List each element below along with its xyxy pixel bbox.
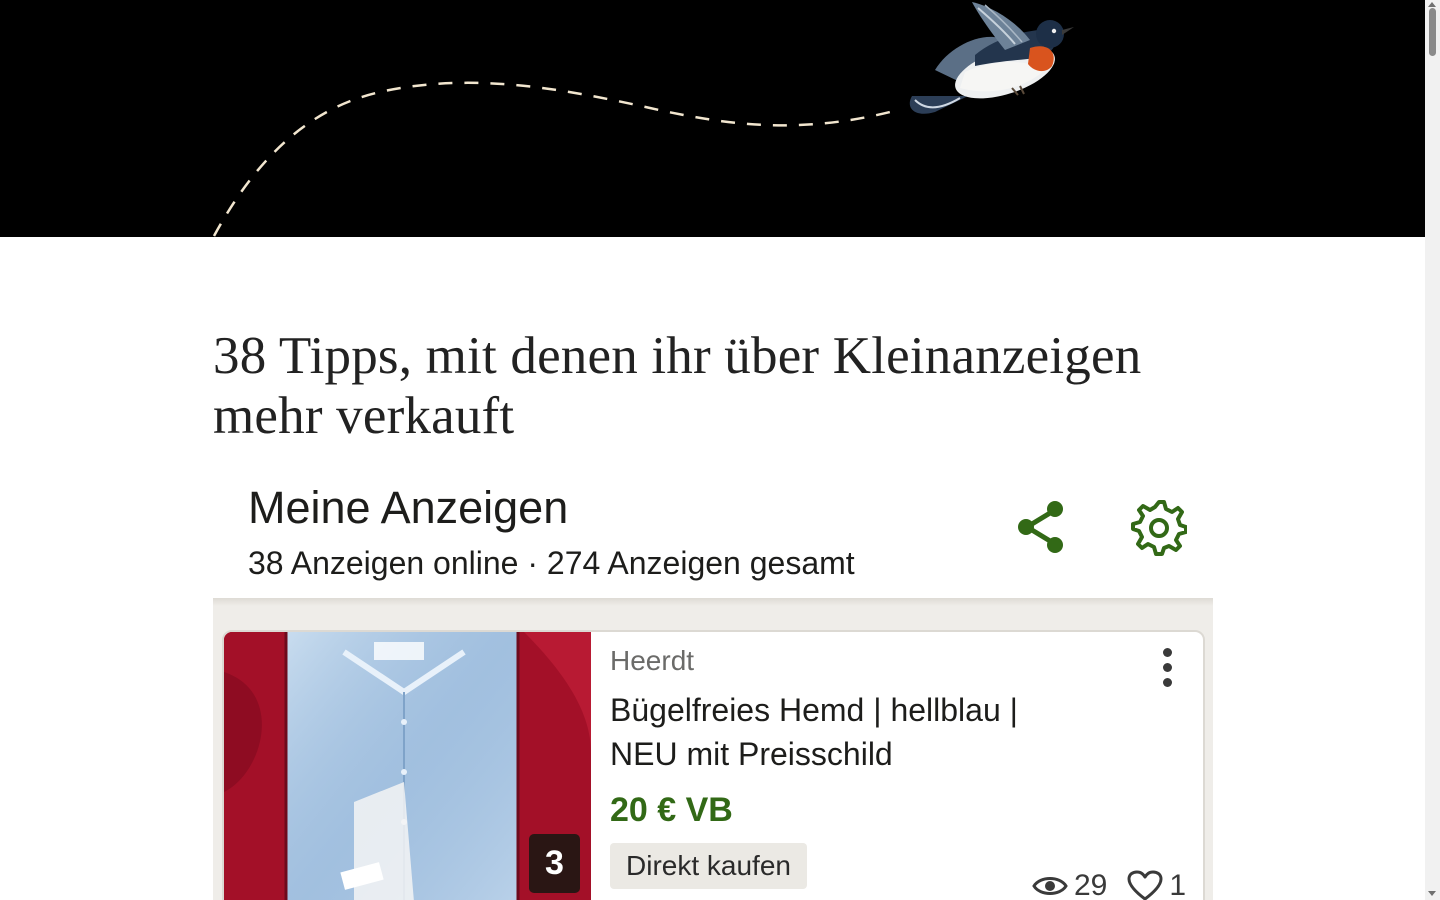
ad-title[interactable]: Bügelfreies Hemd | hellblau | NEU mit Pr…: [610, 688, 1090, 776]
bird-icon: [909, 2, 1074, 114]
ad-card[interactable]: 3 Heerdt Bügelfreies Hemd | hellblau | N…: [222, 630, 1205, 900]
share-button[interactable]: [1013, 498, 1069, 556]
likes-stat: 1: [1127, 869, 1186, 900]
scroll-down-arrow-icon[interactable]: [1428, 891, 1436, 896]
views-count: 29: [1074, 869, 1108, 900]
app-page-title: Meine Anzeigen: [248, 482, 569, 533]
app-screenshot: Meine Anzeigen 38 Anzeigen online · 274 …: [213, 470, 1213, 900]
views-stat: 29: [1032, 869, 1107, 900]
flight-path-illustration: [212, 2, 1074, 237]
ad-image[interactable]: 3: [224, 632, 591, 900]
ad-stats: 29 1: [1032, 866, 1186, 900]
eye-icon: [1032, 877, 1068, 895]
ad-location: Heerdt: [610, 645, 695, 676]
ads-count-summary: 38 Anzeigen online · 274 Anzeigen gesamt: [248, 545, 855, 581]
likes-count: 1: [1169, 869, 1187, 900]
ad-price: 20 € VB: [610, 791, 733, 829]
settings-button[interactable]: [1131, 500, 1188, 556]
article-title: 38 Tipps, mit denen ihr über Kleinanzeig…: [213, 327, 1142, 445]
scroll-thumb[interactable]: [1429, 8, 1436, 56]
more-options-icon[interactable]: [1152, 646, 1182, 694]
heart-icon: [1127, 870, 1163, 900]
image-count-badge: 3: [529, 834, 580, 893]
gear-icon: [1131, 500, 1188, 556]
scroll-up-arrow-icon[interactable]: [1428, 2, 1436, 7]
direct-buy-badge: Direkt kaufen: [610, 843, 807, 889]
app-header: Meine Anzeigen 38 Anzeigen online · 274 …: [213, 470, 1213, 598]
share-icon: [1018, 501, 1063, 553]
hero-banner: [0, 0, 1425, 237]
page-scrollbar[interactable]: [1425, 0, 1440, 900]
